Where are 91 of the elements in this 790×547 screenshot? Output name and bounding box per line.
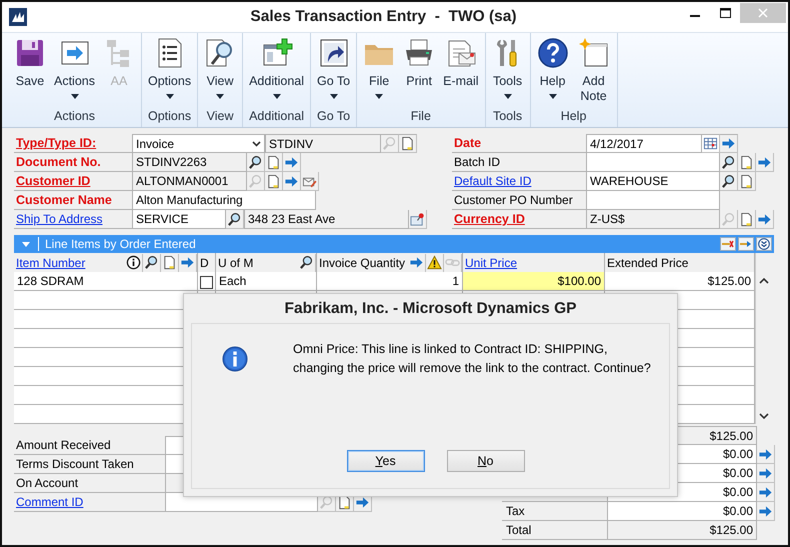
ribbon-button[interactable]: Print bbox=[399, 33, 440, 107]
checkbox[interactable] bbox=[200, 276, 213, 289]
column-header: U of M bbox=[217, 256, 254, 270]
search-icon[interactable] bbox=[247, 153, 265, 172]
table-cell[interactable]: 128 SDRAM bbox=[14, 272, 198, 291]
insert-row-icon[interactable] bbox=[738, 237, 754, 251]
envelope-icon[interactable] bbox=[301, 172, 319, 191]
group-label: Tools bbox=[492, 108, 524, 125]
dropdown[interactable]: Invoice bbox=[132, 134, 265, 153]
group-label: Help bbox=[560, 108, 588, 125]
input-field[interactable]: STDINV bbox=[265, 134, 381, 153]
caret-icon bbox=[252, 141, 261, 147]
note-icon[interactable] bbox=[265, 172, 283, 191]
caret-icon bbox=[504, 94, 512, 99]
help-icon bbox=[536, 37, 569, 69]
input-field[interactable]: 4/12/2017 bbox=[586, 134, 702, 153]
input-field[interactable]: SERVICE bbox=[132, 210, 226, 229]
section-title: Line Items by Order Entered bbox=[45, 237, 197, 251]
expand-icon[interactable] bbox=[756, 237, 772, 251]
group-label: File bbox=[410, 108, 432, 125]
input-field[interactable]: 348 23 East Ave bbox=[244, 210, 409, 229]
info-icon bbox=[222, 346, 248, 372]
calendar-icon[interactable] bbox=[702, 134, 720, 153]
search-icon[interactable] bbox=[720, 153, 738, 172]
ribbon-button[interactable]: Actions bbox=[50, 33, 99, 107]
caret-icon bbox=[70, 94, 78, 99]
ribbon-button[interactable]: Help bbox=[532, 33, 573, 107]
column-header[interactable]: Unit Price bbox=[463, 256, 604, 270]
dialog-button[interactable]: Yes bbox=[346, 450, 424, 472]
amount-field[interactable]: $125.00 bbox=[607, 521, 757, 540]
search-icon[interactable] bbox=[143, 254, 161, 272]
note-icon bbox=[578, 37, 610, 69]
caret-icon bbox=[375, 94, 384, 99]
search-icon[interactable] bbox=[720, 172, 738, 191]
scroll-down-icon[interactable] bbox=[758, 413, 768, 420]
note-icon[interactable] bbox=[399, 134, 417, 153]
info-icon[interactable] bbox=[125, 254, 143, 272]
input-field[interactable] bbox=[586, 153, 720, 172]
caret-icon bbox=[272, 94, 281, 99]
caret-icon bbox=[166, 94, 174, 99]
input-field[interactable]: STDINV2263 bbox=[132, 153, 247, 172]
close-icon bbox=[758, 8, 768, 18]
warning-icon[interactable] bbox=[426, 254, 444, 272]
caret-icon bbox=[216, 94, 224, 99]
column-header[interactable]: Item Number bbox=[14, 256, 125, 270]
column-header: D bbox=[199, 256, 210, 270]
note-icon[interactable] bbox=[265, 153, 283, 172]
ribbon-button[interactable]: Add Note bbox=[572, 33, 615, 107]
input-field[interactable]: ALTONMAN0001 bbox=[132, 172, 247, 191]
ribbon-button[interactable]: Options bbox=[144, 33, 196, 107]
ribbon-button[interactable]: View bbox=[200, 33, 240, 107]
maximize-icon[interactable] bbox=[720, 8, 730, 18]
ribbon-button[interactable]: Additional bbox=[245, 33, 308, 107]
table-cell[interactable]: $125.00 bbox=[605, 272, 755, 291]
input-field[interactable]: WAREHOUSE bbox=[586, 172, 720, 191]
app-icon bbox=[9, 8, 27, 26]
group-label: Go To bbox=[316, 108, 352, 125]
note-icon[interactable] bbox=[738, 172, 756, 191]
save-icon bbox=[14, 37, 46, 69]
input-field[interactable]: Alton Manufacturing bbox=[132, 191, 316, 210]
dialog-message: Omni Price: This line is linked to Contract ID: SHIPPING, changing the price will remove the link to the contract. Continue? bbox=[293, 341, 651, 377]
group-label: View bbox=[206, 108, 235, 125]
group-label: Actions bbox=[53, 108, 96, 125]
input-field[interactable]: Z-US$ bbox=[586, 210, 720, 229]
dialog-title: Fabrikam, Inc. - Microsoft Dynamics GP bbox=[284, 299, 578, 319]
note-icon[interactable] bbox=[161, 254, 179, 272]
input-field[interactable] bbox=[586, 191, 720, 210]
search-icon[interactable] bbox=[298, 254, 316, 272]
search-icon[interactable] bbox=[226, 210, 244, 229]
pin-icon[interactable] bbox=[409, 210, 427, 229]
group-label: Additional bbox=[248, 108, 305, 125]
column-header: Invoice Quantity bbox=[318, 256, 406, 270]
caret-icon bbox=[330, 94, 338, 99]
window-title: Sales Transaction Entry - TWO (sa) bbox=[249, 8, 518, 26]
ribbon-button[interactable]: File bbox=[359, 33, 400, 107]
group-label: Options bbox=[147, 108, 192, 125]
delete-row-icon[interactable] bbox=[720, 237, 736, 251]
table-cell[interactable]: 1 bbox=[317, 272, 463, 291]
note-icon[interactable] bbox=[738, 153, 756, 172]
ribbon-button[interactable]: Tools bbox=[488, 33, 528, 107]
ribbon-button[interactable]: E-mail bbox=[439, 33, 483, 107]
caret-icon bbox=[548, 94, 557, 99]
table-cell[interactable]: Each bbox=[216, 272, 317, 291]
ribbon-button[interactable]: Save bbox=[10, 33, 50, 107]
scroll-up-icon[interactable] bbox=[758, 277, 768, 284]
ribbon-button[interactable]: Go To bbox=[313, 33, 354, 107]
table-cell[interactable]: $100.00 bbox=[463, 272, 605, 291]
column-header: Extended Price bbox=[606, 256, 690, 270]
note-icon[interactable] bbox=[738, 210, 756, 229]
amount-field[interactable]: $0.00 bbox=[607, 502, 757, 521]
dialog-button[interactable]: No bbox=[446, 450, 524, 472]
